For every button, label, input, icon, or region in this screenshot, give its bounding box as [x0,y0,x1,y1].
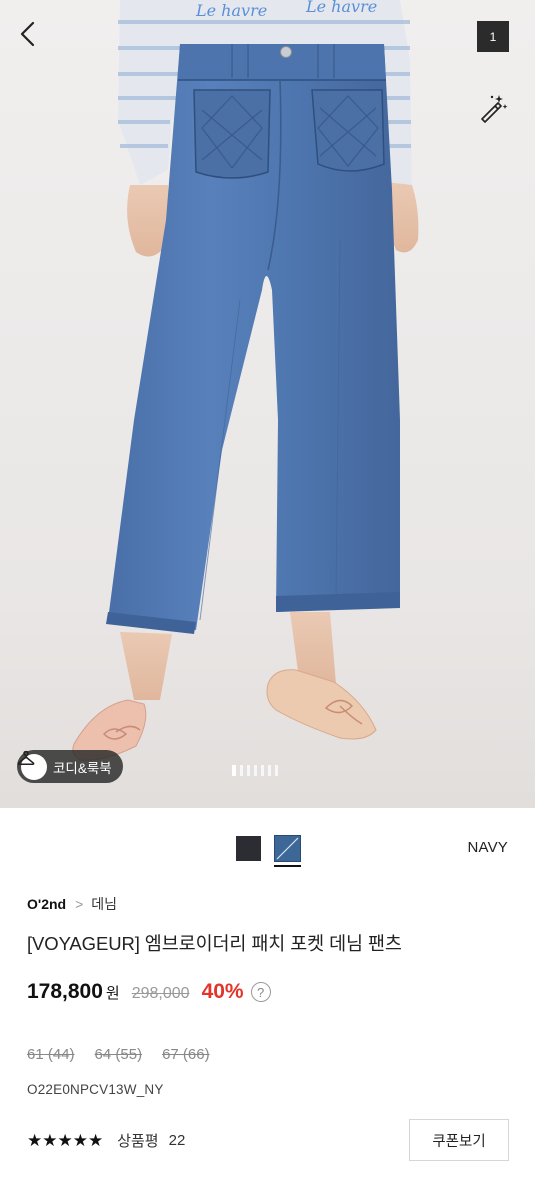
size-option[interactable]: 61 (44) [27,1046,75,1063]
swatch-navy[interactable] [274,835,301,867]
review-count: 22 [168,1132,186,1149]
coupon-button[interactable]: 쿠폰보기 [409,1119,509,1161]
carousel-dot[interactable] [254,765,257,776]
size-options: 61 (44) 64 (55) 67 (66) [27,1046,210,1063]
product-title: [VOYAGEUR] 엠브로이더리 패치 포켓 데님 팬츠 [27,933,402,954]
selected-color-name: NAVY [467,839,508,856]
back-button[interactable] [18,20,52,54]
model-photo: Le havre Le havre [0,0,535,808]
product-image[interactable]: Le havre Le havre 1 코디&룩북 [0,0,535,808]
carousel-dot[interactable] [275,765,278,776]
swatch-selected-mark [276,837,299,860]
sweater-text-2: Le havre [305,0,377,16]
review-summary[interactable]: ★★★★★ 상품평 22 [27,1130,185,1151]
size-option[interactable]: 67 (66) [162,1046,210,1063]
magic-wand-button[interactable] [478,93,512,127]
size-option[interactable]: 64 (55) [95,1046,143,1063]
lookbook-label: 코디&룩북 [53,760,112,776]
swatch-black[interactable] [236,836,261,861]
image-count-badge: 1 [477,21,509,52]
sale-price: 178,800 [27,980,103,1003]
brand-link[interactable]: O'2nd [27,896,66,912]
carousel-dot[interactable] [247,765,250,776]
star-rating-icon: ★★★★★ [27,1130,104,1150]
chevron-left-icon [20,21,35,47]
carousel-dot[interactable] [232,765,236,776]
chevron-right-icon: > [75,896,84,912]
carousel-dot[interactable] [240,765,243,776]
carousel-dot[interactable] [261,765,264,776]
product-code: O22E0NPCV13W_NY [27,1082,164,1097]
review-label: 상품평 [117,1133,159,1150]
sweater-text-1: Le havre [195,1,267,20]
help-icon[interactable]: ? [250,982,271,1002]
lookbook-button[interactable]: 코디&룩북 [17,750,123,783]
discount-rate: 40% [201,980,244,1003]
category-link[interactable]: 데님 [91,894,117,914]
original-price: 298,000 [131,985,190,1002]
magic-wand-icon [481,95,508,123]
color-swatches [236,835,301,867]
hanger-icon [17,750,47,780]
carousel-dot[interactable] [268,765,271,776]
breadcrumb: O'2nd > 데님 [27,894,117,914]
carousel-indicator [232,765,278,776]
price-row: 178,800 원 298,000 40% ? [27,980,271,1004]
currency-label: 원 [105,985,120,1002]
